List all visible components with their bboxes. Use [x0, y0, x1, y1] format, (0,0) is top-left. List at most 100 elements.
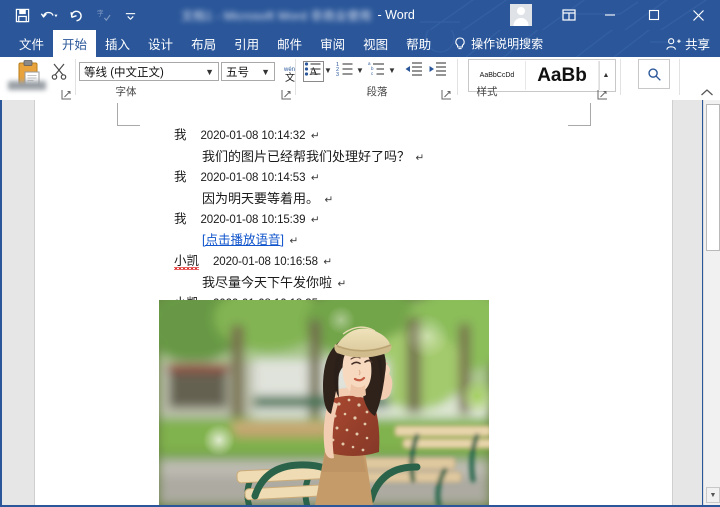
cut-button[interactable] [50, 62, 68, 80]
collapse-ribbon-icon[interactable] [700, 86, 714, 98]
font-name-combobox[interactable]: 等线 (中文正文) ▼ [79, 62, 219, 81]
share-person-icon [666, 37, 681, 50]
group-font-label: 字体 [115, 86, 137, 98]
margin-marker-top-right [568, 103, 591, 126]
avatar-body-shape [513, 18, 529, 26]
ribbon-tabs[interactable]: 文件 开始 插入 设计 布局 引用 邮件 审阅 视图 帮助 操作说明搜索 [10, 30, 543, 57]
account-avatar[interactable] [510, 4, 532, 26]
tab-references[interactable]: 引用 [225, 30, 268, 57]
paragraph-mark: ↵ [323, 256, 333, 268]
numbering-chevron-down-icon[interactable]: ▼ [356, 66, 364, 75]
paragraph-mark: ↵ [310, 214, 320, 226]
close-button[interactable] [676, 0, 720, 30]
chat-message-text: 我们的图片已经帮我们处理好了吗？ [202, 149, 411, 164]
quick-access-toolbar[interactable]: 字 [10, 0, 142, 30]
svg-text:文: 文 [285, 71, 295, 83]
tell-me-search[interactable]: 操作说明搜索 [440, 30, 543, 57]
chat-timestamp: 2020-01-08 10:16:58 [212, 256, 318, 268]
chat-line-voice: [点击播放语音] ↵ [202, 234, 298, 247]
chat-sender: 我 [174, 212, 187, 226]
maximize-button[interactable] [632, 0, 676, 30]
font-size-combobox[interactable]: 五号 ▼ [221, 62, 275, 81]
font-size-chevron-down-icon[interactable]: ▼ [257, 67, 274, 77]
tab-view-label: 视图 [363, 38, 389, 52]
paragraph-mark: ↵ [324, 194, 334, 206]
tab-mailings[interactable]: 邮件 [268, 30, 311, 57]
scrollbar-thumb[interactable] [706, 104, 720, 251]
document-area[interactable]: 我 2020-01-08 10:14:32 ↵ 我们的图片已经帮我们处理好了吗？… [0, 100, 720, 507]
font-name-value: 等线 (中文正文) [84, 66, 164, 79]
tab-design-label: 设计 [148, 38, 174, 52]
minimize-button[interactable] [588, 0, 632, 30]
find-button[interactable] [638, 59, 670, 89]
window-title-suffix: - Word [377, 8, 415, 22]
styles-gallery-scroll-up-icon[interactable]: ▲ [599, 61, 612, 90]
multilevel-list-button[interactable]: abc [368, 61, 386, 77]
group-paragraph-label: 段落 [366, 86, 388, 98]
chat-line-meta: 我 2020-01-08 10:14:53 ↵ [174, 171, 320, 185]
tab-home[interactable]: 开始 [53, 30, 97, 57]
tab-layout-label: 布局 [191, 38, 217, 52]
chat-message-text: 我尽量今天下午发你啦 [202, 275, 333, 290]
spelling-check-icon[interactable]: 字 [91, 3, 115, 27]
tab-layout[interactable]: 布局 [182, 30, 225, 57]
save-icon[interactable] [10, 3, 34, 27]
avatar-head-shape [517, 7, 525, 15]
style-sample-normal: AaBbCcDd [479, 72, 515, 79]
increase-indent-button[interactable] [428, 61, 446, 77]
font-dialog-launcher[interactable] [281, 87, 292, 100]
tab-home-label: 开始 [62, 38, 88, 52]
group-font: 等线 (中文正文) ▼ 五号 ▼ wén 文 A 字体 [76, 57, 324, 100]
share-label: 共享 [684, 38, 710, 52]
group-styles-label: 样式 [476, 86, 498, 98]
lightbulb-icon [455, 36, 465, 49]
bullets-button[interactable] [304, 61, 322, 77]
ribbon-tab-bar: 文件 开始 插入 设计 布局 引用 邮件 审阅 视图 帮助 操作说明搜索 共享 [0, 30, 720, 57]
window-title-blurred: 文档1 - Microsoft Word 非商业使用 [181, 8, 372, 23]
chat-line-meta: 小凯 2020-01-08 10:16:58 ↵ [174, 255, 332, 269]
word-window: 字 文档1 - Microsoft Word 非商业使用 - Word 文件 开… [0, 0, 720, 507]
tab-help-label: 帮助 [406, 38, 432, 52]
chat-line-body: 我尽量今天下午发你啦 ↵ [202, 276, 346, 290]
tab-insert[interactable]: 插入 [96, 30, 139, 57]
svg-text:字: 字 [96, 8, 103, 17]
paragraph-mark: ↵ [289, 235, 299, 247]
chat-sender: 小凯 [174, 254, 200, 268]
chat-sender: 我 [174, 128, 187, 142]
scroll-down-arrow-icon[interactable]: ▼ [706, 487, 720, 503]
group-editing [630, 57, 690, 100]
tab-file[interactable]: 文件 [10, 30, 53, 57]
tab-design[interactable]: 设计 [139, 30, 182, 57]
font-name-chevron-down-icon[interactable]: ▼ [201, 67, 218, 77]
document-page[interactable]: 我 2020-01-08 10:14:32 ↵ 我们的图片已经帮我们处理好了吗？… [35, 100, 672, 507]
tab-references-label: 引用 [234, 38, 260, 52]
paragraph-mark: ↵ [337, 278, 347, 290]
undo-icon[interactable] [37, 3, 61, 27]
decrease-indent-button[interactable] [404, 61, 422, 77]
tab-help[interactable]: 帮助 [397, 30, 440, 57]
style-sample-heading: AaBb [537, 64, 587, 86]
styles-dialog-launcher[interactable] [597, 87, 608, 100]
window-controls[interactable] [510, 0, 720, 30]
redo-icon[interactable] [64, 3, 88, 27]
tab-view[interactable]: 视图 [354, 30, 397, 57]
title-bar: 字 文档1 - Microsoft Word 非商业使用 - Word [0, 0, 720, 30]
customize-qat-icon[interactable] [118, 3, 142, 27]
ribbon-display-options-icon[interactable] [550, 0, 588, 30]
paragraph-mark: ↵ [415, 152, 425, 164]
numbering-button[interactable]: 123 [336, 61, 354, 78]
chat-message-text: 因为明天要等着用。 [202, 191, 320, 206]
chat-line-body: 我们的图片已经帮我们处理好了吗？ ↵ [202, 150, 424, 164]
search-icon [647, 67, 661, 81]
scroll-down-glyph: ▼ [709, 491, 717, 499]
group-separator-5 [679, 59, 680, 95]
tab-review[interactable]: 审阅 [311, 30, 354, 57]
ribbon-body: 等线 (中文正文) ▼ 五号 ▼ wén 文 A 字体 ▼ 1 2 3 ▼ a … [0, 57, 720, 101]
play-voice-link[interactable]: [点击播放语音] [202, 233, 284, 247]
bullets-chevron-down-icon[interactable]: ▼ [324, 66, 332, 75]
share-button[interactable]: 共享 [666, 30, 710, 57]
tell-me-label: 操作说明搜索 [471, 37, 544, 51]
inline-image[interactable] [159, 300, 489, 505]
multilevel-chevron-down-icon[interactable]: ▼ [388, 66, 396, 75]
vertical-scrollbar[interactable]: ▼ [703, 100, 720, 507]
